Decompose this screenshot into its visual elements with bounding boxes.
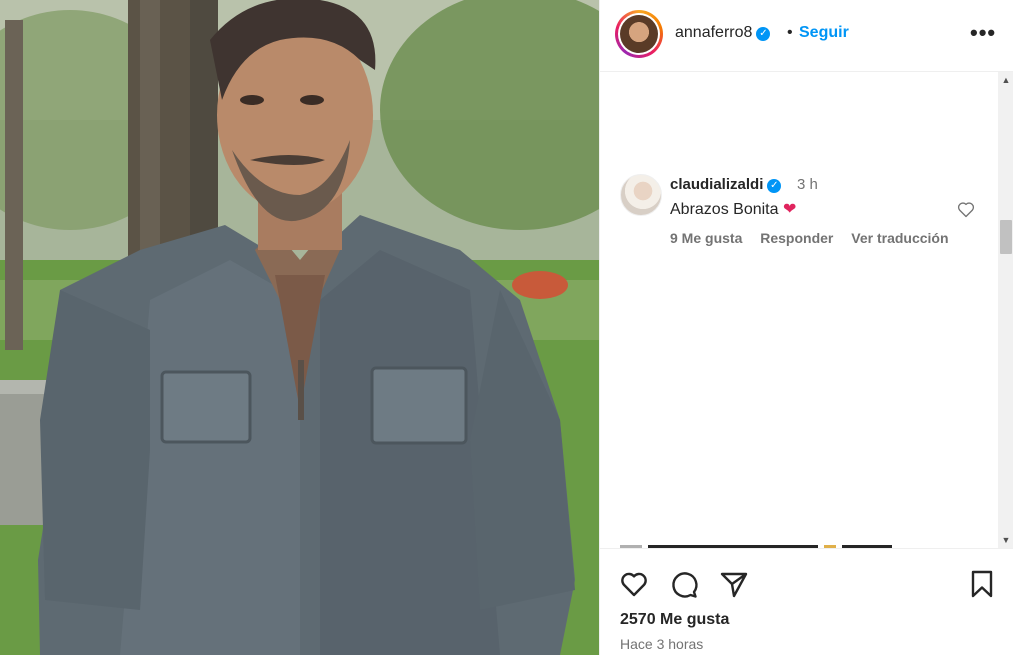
- share-icon[interactable]: [718, 568, 750, 600]
- comments-scrollbar[interactable]: ▲ ▼: [998, 72, 1013, 548]
- author-avatar[interactable]: [615, 10, 663, 58]
- comment-actions: 9 Me gusta Responder Ver traducción: [670, 230, 963, 246]
- comment-text: Abrazos Bonita ❤: [670, 199, 796, 219]
- commenter-username[interactable]: claudializaldi ✓: [670, 176, 782, 193]
- bookmark-icon[interactable]: [966, 568, 998, 600]
- comment-like-heart-icon[interactable]: [956, 199, 976, 219]
- scroll-up-arrow-icon[interactable]: ▲: [998, 72, 1013, 88]
- scroll-down-arrow-icon[interactable]: ▼: [998, 532, 1013, 548]
- comment-likes-count[interactable]: 9 Me gusta: [670, 230, 742, 246]
- post-panel: annaferro8 ✓ • Seguir ••• claudializaldi ✓…: [599, 0, 1013, 656]
- heart-emoji: ❤: [782, 201, 797, 218]
- post-photo[interactable]: [0, 0, 599, 655]
- commenter-avatar[interactable]: [620, 174, 662, 216]
- man-in-denim-shirt-image: [0, 0, 599, 655]
- comment-icon[interactable]: [668, 568, 700, 600]
- comment-time[interactable]: 3 h: [797, 176, 818, 193]
- see-translation-button[interactable]: Ver traducción: [851, 230, 948, 246]
- scroll-thumb[interactable]: [1000, 220, 1012, 254]
- post-timestamp[interactable]: Hace 3 horas: [620, 636, 703, 652]
- author-name[interactable]: annaferro8: [675, 24, 752, 41]
- more-options-button[interactable]: •••: [970, 20, 996, 46]
- reply-button[interactable]: Responder: [760, 230, 833, 246]
- verified-badge-icon: ✓: [756, 27, 771, 41]
- likes-count[interactable]: 2570 Me gusta: [620, 611, 729, 629]
- follow-button[interactable]: Seguir: [799, 24, 849, 42]
- post-header: annaferro8 ✓ • Seguir •••: [600, 0, 1013, 72]
- verified-badge-icon: ✓: [767, 179, 782, 193]
- post-actions-bar: 2570 Me gusta Hace 3 horas: [600, 548, 1013, 656]
- heart-icon[interactable]: [618, 568, 650, 600]
- next-comment-partial: [620, 540, 930, 548]
- comments-list[interactable]: claudializaldi ✓ 3 h Abrazos Bonita ❤ 9 M…: [600, 72, 998, 548]
- header-separator: •: [787, 24, 793, 41]
- author-username[interactable]: annaferro8 ✓: [675, 24, 771, 42]
- commenter-name[interactable]: claudializaldi: [670, 176, 763, 193]
- comment-body: Abrazos Bonita: [670, 201, 779, 218]
